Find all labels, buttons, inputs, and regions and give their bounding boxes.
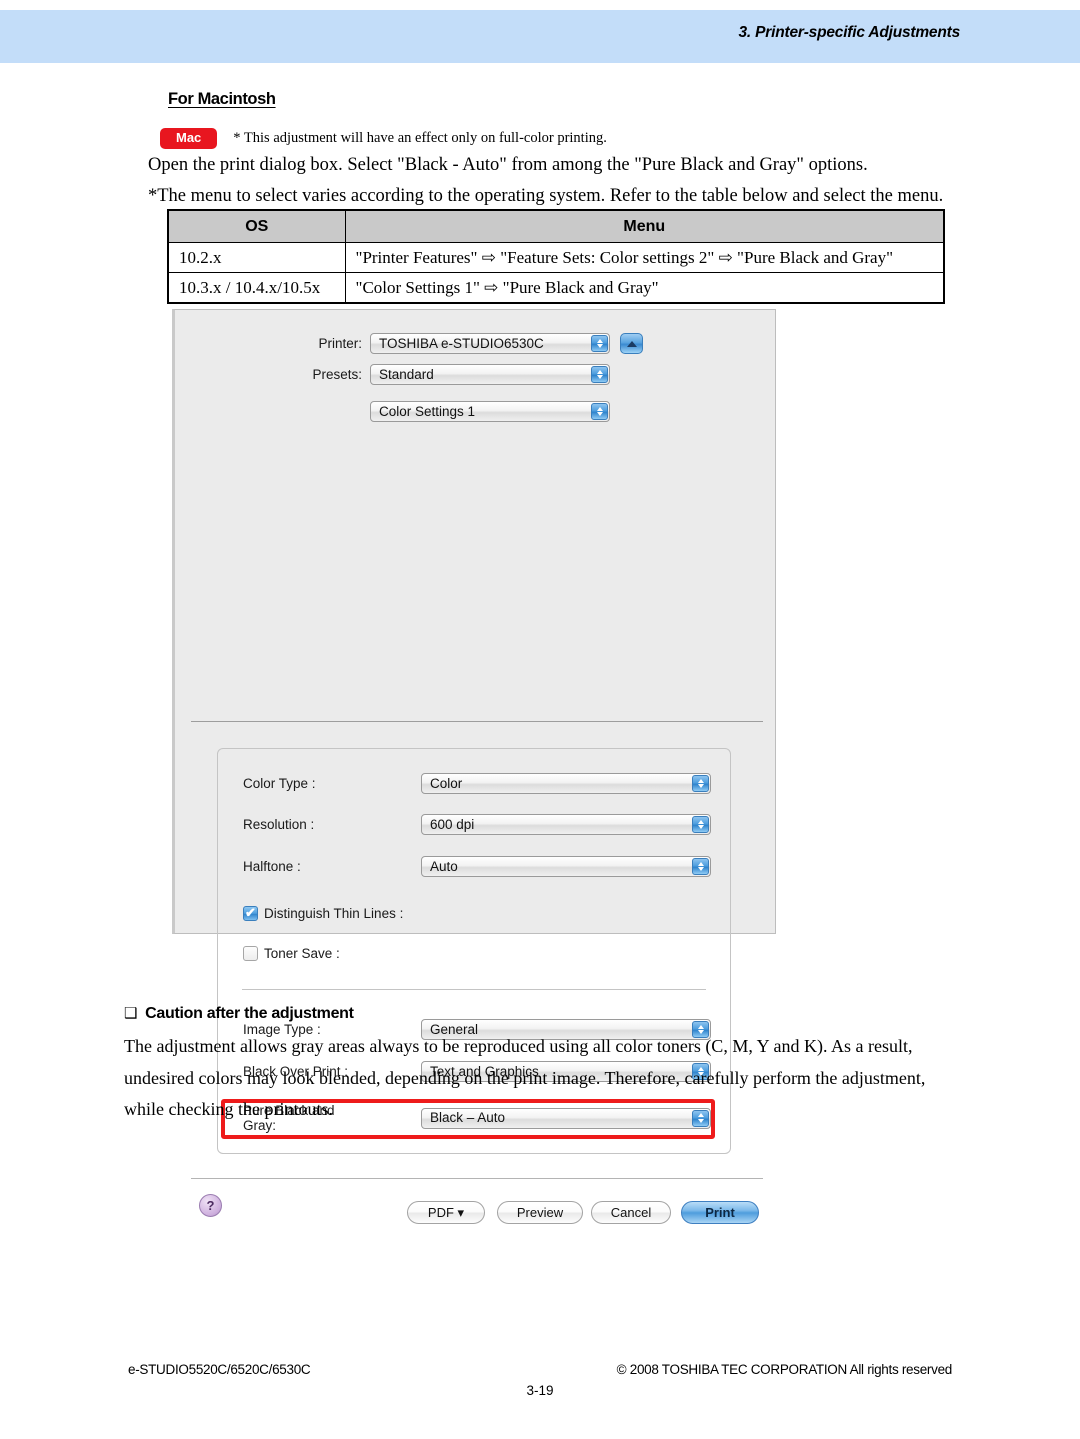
toner-save-checkbox[interactable] [243, 946, 258, 961]
pure-black-and-gray-popup-button[interactable]: Black – Auto [421, 1107, 711, 1129]
popup-stepper-icon[interactable] [692, 816, 709, 833]
popup-stepper-icon[interactable] [591, 366, 608, 383]
presets-popup-button[interactable]: Standard [370, 364, 610, 385]
pane-divider [191, 721, 763, 722]
cancel-button[interactable]: Cancel [591, 1201, 671, 1224]
toner-save-label: Toner Save : [264, 946, 340, 961]
expand-arrow-button[interactable] [620, 333, 643, 354]
popup-stepper-icon[interactable] [692, 775, 709, 792]
caution-heading: ❑ Caution after the adjustment [124, 1004, 354, 1023]
footer-copyright-text: © 2008 TOSHIBA TEC CORPORATION All right… [616, 1362, 953, 1377]
checkmark-icon: ✔ [245, 905, 256, 920]
section-heading: For Macintosh [168, 90, 276, 108]
caution-line-2: undesired colors may look blended, depen… [124, 1068, 926, 1088]
cell-menu-path: "Color Settings 1" ⇨ "Pure Black and Gra… [344, 272, 945, 304]
presets-label: Presets: [312, 367, 362, 382]
cell-os-version: 10.2.x [167, 242, 346, 273]
halftone-label: Halftone : [243, 859, 301, 874]
caution-line-3: while checking the printouts. [124, 1099, 333, 1119]
color-type-label: Color Type : [243, 776, 316, 791]
resolution-row: Resolution : 600 dpi [243, 814, 711, 835]
pure-black-and-gray-value: Black – Auto [430, 1110, 506, 1126]
printer-popup-button[interactable]: TOSHIBA e-STUDIO6530C [370, 333, 610, 354]
presets-popup-value: Standard [379, 366, 434, 382]
printer-row: Printer: TOSHIBA e-STUDIO6530C [300, 333, 643, 354]
pane-popup-value: Color Settings 1 [379, 403, 476, 419]
halftone-value: Auto [430, 858, 458, 874]
group-inner-divider [242, 989, 706, 990]
resolution-value: 600 dpi [430, 816, 475, 832]
print-button[interactable]: Print [681, 1201, 759, 1224]
color-type-row: Color Type : Color [243, 773, 711, 794]
cell-os-version: 10.3.x / 10.4.x/10.5x [167, 272, 346, 304]
instruction-line-2: *The menu to select varies according to … [148, 186, 944, 206]
page-header-title: 3. Printer-specific Adjustments [738, 24, 961, 41]
table-row: 10.3.x / 10.4.x/10.5x "Color Settings 1"… [167, 272, 945, 304]
mac-badge-row: Mac * This adjustment will have an effec… [160, 128, 607, 150]
popup-stepper-icon[interactable] [692, 1109, 709, 1127]
popup-stepper-icon[interactable] [591, 335, 608, 352]
halftone-popup-button[interactable]: Auto [421, 856, 711, 877]
column-header-menu: Menu [344, 209, 945, 243]
table-header-row: OS Menu [167, 209, 945, 243]
image-type-label: Image Type : [243, 1022, 321, 1037]
image-type-value: General [430, 1021, 479, 1037]
button-bar-divider [191, 1178, 763, 1179]
preview-button[interactable]: Preview [497, 1201, 583, 1224]
os-menu-table: OS Menu 10.2.x "Printer Features" ⇨ "Fea… [167, 209, 945, 304]
help-button[interactable]: ? [199, 1194, 222, 1217]
halftone-row: Halftone : Auto [243, 856, 711, 877]
printer-label: Printer: [318, 336, 362, 351]
footer-page-number: 3-19 [526, 1383, 554, 1398]
printer-popup-value: TOSHIBA e-STUDIO6530C [379, 335, 544, 351]
distinguish-thin-lines-checkbox[interactable]: ✔ [243, 906, 258, 921]
mac-print-dialog: Printer: TOSHIBA e-STUDIO6530C Presets: … [172, 309, 776, 1224]
chevron-up-icon [626, 340, 637, 347]
caution-heading-text: Caution after the adjustment [145, 1005, 354, 1022]
distinguish-thin-lines-label: Distinguish Thin Lines : [264, 906, 404, 921]
resolution-popup-button[interactable]: 600 dpi [421, 814, 711, 835]
presets-row: Presets: Standard [300, 364, 610, 385]
color-type-value: Color [430, 775, 463, 791]
square-bullet-icon: ❑ [124, 1005, 138, 1022]
color-type-popup-button[interactable]: Color [421, 773, 711, 794]
caution-line-1: The adjustment allows gray areas always … [124, 1036, 913, 1056]
popup-stepper-icon[interactable] [692, 858, 709, 875]
popup-stepper-icon[interactable] [591, 403, 608, 420]
toner-save-row[interactable]: Toner Save : [243, 946, 340, 961]
mac-badge: Mac [160, 128, 218, 150]
pdf-button[interactable]: PDF ▾ [407, 1201, 485, 1224]
distinguish-thin-lines-row[interactable]: ✔ Distinguish Thin Lines : [243, 906, 403, 921]
resolution-label: Resolution : [243, 817, 315, 832]
pane-popup-button[interactable]: Color Settings 1 [370, 401, 610, 422]
table-row: 10.2.x "Printer Features" ⇨ "Feature Set… [167, 242, 945, 273]
mac-badge-note: * This adjustment will have an effect on… [233, 130, 607, 147]
cell-menu-path: "Printer Features" ⇨ "Feature Sets: Colo… [344, 242, 945, 273]
instruction-line-1: Open the print dialog box. Select "Black… [148, 155, 868, 175]
footer-model-text: e-STUDIO5520C/6520C/6530C [128, 1362, 311, 1377]
column-header-os: OS [167, 209, 346, 243]
pane-selector-row: Color Settings 1 [370, 401, 610, 422]
